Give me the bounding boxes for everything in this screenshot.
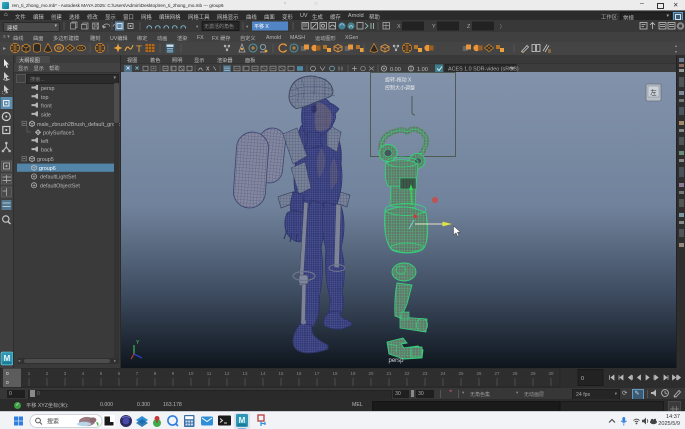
svg-text:▾: ▾	[675, 49, 677, 54]
svg-text:平移 X: 平移 X	[254, 23, 269, 30]
svg-text:18: 18	[333, 371, 338, 376]
svg-text:25: 25	[459, 371, 464, 376]
svg-text:29: 29	[531, 371, 536, 376]
svg-text:▴: ▴	[675, 43, 677, 48]
svg-text:X: X	[397, 24, 401, 30]
svg-text:28: 28	[513, 371, 518, 376]
svg-text:▾: ▾	[196, 24, 199, 29]
svg-text:27: 27	[495, 371, 500, 376]
svg-text:24: 24	[441, 371, 446, 376]
svg-text:0: 0	[6, 371, 9, 377]
svg-text:0: 0	[581, 376, 584, 382]
svg-text:group6: group6	[39, 165, 56, 171]
svg-text:12: 12	[225, 371, 230, 376]
svg-text:13: 13	[243, 371, 248, 376]
svg-text:): )	[500, 24, 502, 30]
svg-text:26: 26	[477, 371, 482, 376]
svg-text:14: 14	[261, 371, 266, 376]
svg-text:21: 21	[387, 371, 392, 376]
svg-text:20: 20	[369, 371, 374, 376]
svg-text:persp: persp	[388, 358, 404, 364]
svg-text:无激活的角色: 无激活的角色	[204, 23, 234, 30]
svg-text:left: left	[41, 138, 49, 144]
svg-text:▸: ▸	[3, 46, 6, 52]
svg-text:19: 19	[351, 371, 356, 376]
svg-text:控制大小调整: 控制大小调整	[385, 85, 415, 92]
svg-text:Y: Y	[432, 24, 436, 30]
svg-text:front: front	[41, 103, 52, 109]
svg-text:back: back	[41, 147, 53, 153]
svg-text:17: 17	[315, 371, 320, 376]
svg-text:23: 23	[423, 371, 428, 376]
svg-text:top: top	[41, 94, 49, 100]
svg-text:30: 30	[549, 371, 554, 376]
svg-text:11: 11	[207, 371, 212, 376]
svg-text:defaultObjectSet: defaultObjectSet	[40, 183, 80, 189]
svg-text:side: side	[41, 112, 51, 118]
svg-text:搜索: 搜索	[47, 418, 59, 426]
svg-text:16: 16	[297, 371, 302, 376]
svg-text:persp: persp	[41, 86, 55, 92]
svg-text:polySurface1: polySurface1	[43, 130, 74, 136]
svg-text:▾: ▾	[246, 24, 249, 29]
svg-text:22: 22	[405, 371, 410, 376]
svg-text:10: 10	[189, 371, 194, 376]
svg-text:左: 左	[650, 88, 657, 97]
svg-text:defaultLightSet: defaultLightSet	[40, 174, 76, 180]
svg-text:15: 15	[279, 371, 284, 376]
svg-text:旋转-拖动 X: 旋转-拖动 X	[385, 77, 412, 84]
svg-text:Z: Z	[467, 24, 471, 30]
svg-text:group5: group5	[37, 157, 54, 163]
svg-text:0: 0	[6, 380, 9, 386]
svg-text:male_zbrush2Brush_default_grou: male_zbrush2Brush_default_group	[37, 121, 120, 127]
